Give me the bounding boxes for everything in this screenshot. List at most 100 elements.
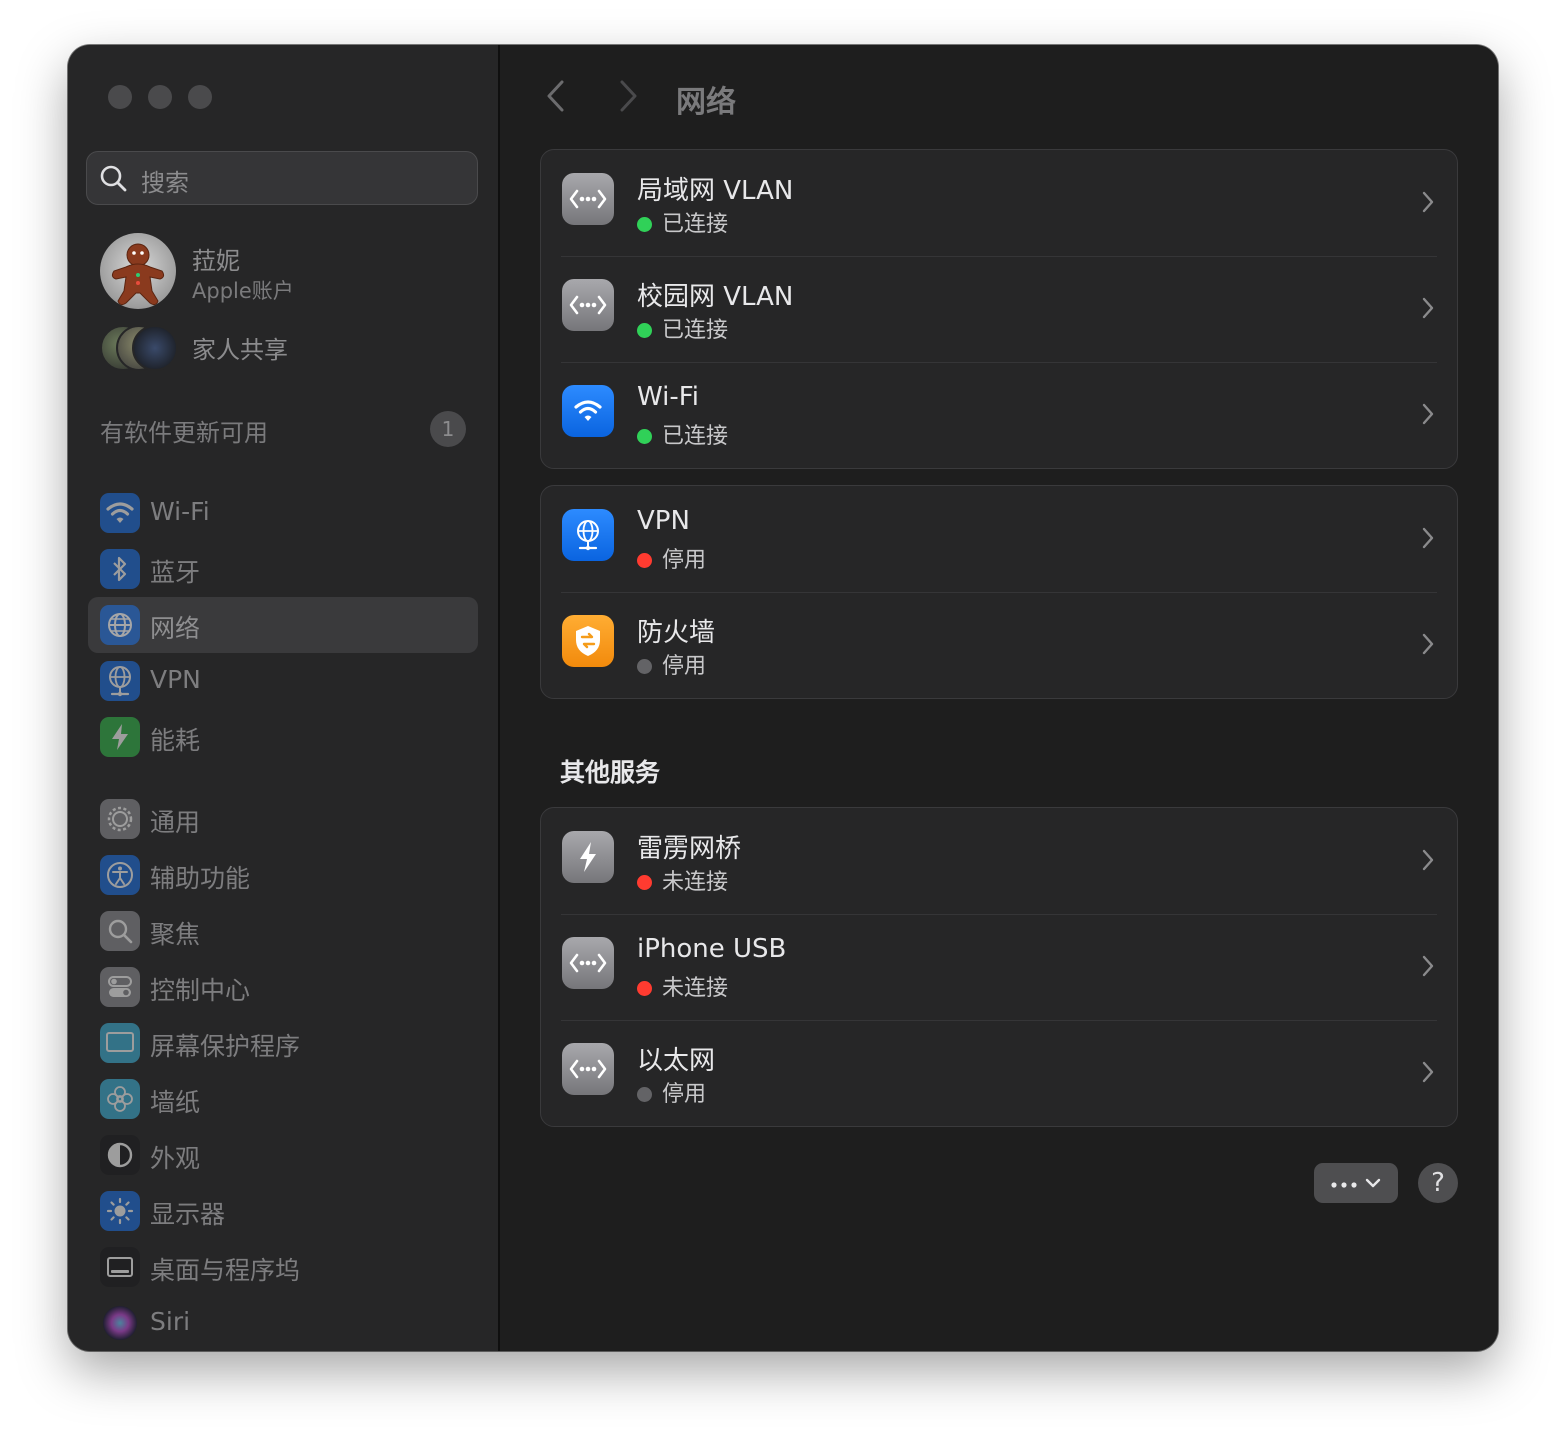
- sidebar-item-label: 显示器: [150, 1200, 226, 1229]
- status-text: 已连接: [662, 318, 729, 343]
- service-group: VPN 停用 防火墙 停用: [540, 485, 1458, 699]
- help-button[interactable]: ?: [1418, 1163, 1458, 1203]
- service-row[interactable]: 校园网 VLAN 已连接: [541, 256, 1457, 362]
- status-dot: [637, 553, 652, 568]
- sidebar-item-label: VPN: [150, 665, 201, 694]
- chevron-right-icon: [1421, 190, 1435, 218]
- service-title: iPhone USB: [637, 934, 787, 964]
- sidebar-item-label: 通用: [150, 808, 201, 837]
- status-text: 停用: [662, 548, 707, 573]
- more-actions-button[interactable]: [1314, 1163, 1398, 1203]
- vpn-globe-icon: [562, 509, 614, 561]
- status-text: 停用: [662, 1082, 707, 1107]
- service-title: 雷雳网桥: [637, 834, 742, 864]
- thunderbolt-icon: [562, 831, 614, 883]
- status-dot: [637, 429, 652, 444]
- toggles-icon: [100, 967, 140, 1007]
- flower-icon: [100, 1079, 140, 1119]
- service-row[interactable]: 雷雳网桥未连接: [541, 808, 1457, 914]
- sidebar-item-label: 屏幕保护程序: [150, 1032, 301, 1061]
- sidebar-item-appearance[interactable]: 外观: [88, 1127, 478, 1183]
- service-status: 已连接: [637, 206, 728, 238]
- ethernet-icon: [562, 1043, 614, 1095]
- zoom-window-button[interactable]: [188, 85, 212, 109]
- globe-icon: [100, 605, 140, 645]
- row-divider: [561, 1020, 1437, 1021]
- ethernet-icon: [562, 937, 614, 989]
- service-row[interactable]: Wi-Fi 已连接: [541, 362, 1457, 468]
- status-text: 未连接: [662, 870, 729, 895]
- status-dot: [637, 981, 652, 996]
- bluetooth-icon: [100, 549, 140, 589]
- update-count-badge: 1: [430, 411, 466, 447]
- row-divider: [561, 256, 1437, 257]
- service-status: 停用: [637, 542, 706, 574]
- sidebar-item-bluetooth[interactable]: 蓝牙: [88, 541, 478, 597]
- dock-icon: [100, 1247, 140, 1287]
- sidebar-item-battery-bolt[interactable]: 能耗: [88, 709, 478, 765]
- sidebar-item-label: 桌面与程序坞: [150, 1256, 301, 1285]
- software-update-label: 有软件更新可用: [100, 419, 268, 447]
- search-icon: [99, 164, 129, 198]
- service-row[interactable]: 防火墙 停用: [541, 592, 1457, 698]
- status-dot: [637, 323, 652, 338]
- service-title: 防火墙: [637, 618, 716, 648]
- back-chevron-icon[interactable]: [544, 79, 568, 117]
- service-status: 已连接: [637, 418, 728, 450]
- sidebar-item-label: 能耗: [150, 726, 201, 755]
- sidebar-item-toggles[interactable]: 控制中心: [88, 959, 478, 1015]
- sun-icon: [100, 1191, 140, 1231]
- status-dot: [637, 875, 652, 890]
- service-row[interactable]: 以太网 停用: [541, 1020, 1457, 1126]
- magnifier-icon: [100, 911, 140, 951]
- sidebar: 搜索 菈妮 Apple账户 家人共享 有软件更新可用 1 Wi-Fi 蓝牙 网络…: [68, 45, 500, 1351]
- software-update-row[interactable]: 有软件更新可用 1: [100, 411, 466, 447]
- wifi-icon: [562, 385, 614, 437]
- service-group: 局域网 VLAN 已连接 校园网 VLAN 已连接 Wi-Fi 已连接: [540, 149, 1458, 469]
- account-subtitle: Apple账户: [192, 279, 294, 303]
- sidebar-item-label: 辅助功能: [150, 864, 251, 893]
- sidebar-item-label: Siri: [150, 1307, 191, 1336]
- sidebar-item-magnifier[interactable]: 聚焦: [88, 903, 478, 959]
- sidebar-item-gear[interactable]: 通用: [88, 791, 478, 847]
- service-status: 已连接: [637, 312, 728, 344]
- sidebar-item-sun[interactable]: 显示器: [88, 1183, 478, 1239]
- status-dot: [637, 217, 652, 232]
- accessibility-icon: [100, 855, 140, 895]
- sidebar-item-dock[interactable]: 桌面与程序坞: [88, 1239, 478, 1295]
- avatar: [100, 233, 176, 309]
- row-divider: [561, 362, 1437, 363]
- battery-bolt-icon: [100, 717, 140, 757]
- sidebar-item-label: Wi-Fi: [150, 497, 210, 526]
- service-status: 未连接: [637, 970, 728, 1002]
- close-window-button[interactable]: [108, 85, 132, 109]
- search-input[interactable]: 搜索: [86, 151, 478, 205]
- sidebar-item-flower[interactable]: 墙纸: [88, 1071, 478, 1127]
- sidebar-item-wifi[interactable]: Wi-Fi: [88, 485, 478, 541]
- chevron-down-icon: [1365, 1174, 1381, 1193]
- ethernet-icon: [562, 279, 614, 331]
- sidebar-item-vpn-globe[interactable]: VPN: [88, 653, 478, 709]
- status-dot: [637, 1087, 652, 1102]
- service-title: Wi-Fi: [637, 382, 700, 412]
- sidebar-item-globe[interactable]: 网络: [88, 597, 478, 653]
- sidebar-item-label: 网络: [150, 614, 201, 643]
- sidebar-item-screensaver[interactable]: 屏幕保护程序: [88, 1015, 478, 1071]
- chevron-right-icon: [1421, 954, 1435, 982]
- search-placeholder: 搜索: [141, 169, 189, 197]
- service-status: 停用: [637, 1076, 706, 1108]
- settings-window: 搜索 菈妮 Apple账户 家人共享 有软件更新可用 1 Wi-Fi 蓝牙 网络…: [68, 45, 1498, 1351]
- page-title: 网络: [676, 85, 736, 120]
- service-row[interactable]: 局域网 VLAN 已连接: [541, 150, 1457, 256]
- ethernet-icon: [562, 173, 614, 225]
- forward-chevron-icon[interactable]: [616, 79, 640, 117]
- sidebar-item-label: 蓝牙: [150, 558, 201, 587]
- sidebar-item-accessibility[interactable]: 辅助功能: [88, 847, 478, 903]
- chevron-right-icon: [1421, 296, 1435, 324]
- service-row[interactable]: VPN 停用: [541, 486, 1457, 592]
- window-controls: [108, 85, 212, 109]
- minimize-window-button[interactable]: [148, 85, 172, 109]
- sidebar-item-label: 聚焦: [150, 920, 201, 949]
- service-row[interactable]: iPhone USB 未连接: [541, 914, 1457, 1020]
- sidebar-item-siri[interactable]: Siri: [88, 1295, 478, 1351]
